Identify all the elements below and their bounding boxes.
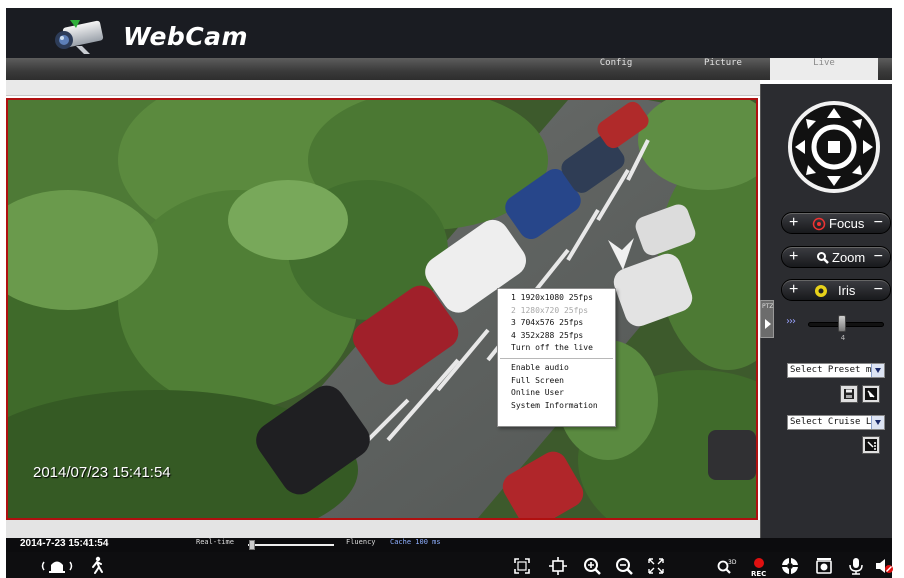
- zoom-minus-button[interactable]: −: [874, 247, 883, 267]
- focus-plus-button[interactable]: +: [789, 213, 798, 233]
- focus-control: + Focus −: [781, 212, 891, 234]
- digital-zoom-icon[interactable]: 3D: [716, 556, 738, 576]
- status-bar: 2014-7-23 15:41:54 Real-time Fluency Cac…: [6, 538, 892, 552]
- call-preset-button[interactable]: [862, 385, 880, 403]
- iris-minus-button[interactable]: −: [874, 280, 883, 300]
- play-arrow-icon: [765, 319, 771, 329]
- speaker-mute-icon[interactable]: [874, 556, 894, 576]
- zoom-3d-label: 3D: [728, 559, 737, 566]
- ptz-speed-value: 4: [840, 334, 846, 342]
- zoom-in-icon[interactable]: [582, 556, 602, 576]
- iris-label: Iris: [838, 283, 856, 298]
- nav-config[interactable]: Config: [584, 58, 648, 80]
- cache-label: Cache 100 ms: [390, 538, 441, 546]
- focus-icon: [812, 217, 826, 231]
- intercom-icon[interactable]: [40, 556, 74, 576]
- menu-item-stream-3[interactable]: 3 704x576 25fps: [498, 317, 615, 330]
- focus-minus-button[interactable]: −: [874, 213, 883, 233]
- iris-icon: [815, 285, 827, 297]
- cruise-icon: [865, 439, 877, 451]
- original-size-icon[interactable]: [548, 556, 568, 576]
- live-video[interactable]: 2014/07/23 15:41:54: [6, 98, 758, 520]
- fluency-label: Fluency: [346, 538, 376, 546]
- speed-arrows-icon: ›››: [786, 316, 796, 327]
- cruise-select-value: Select Cruise Lin: [790, 417, 883, 427]
- zoom-control: + Zoom −: [781, 246, 891, 268]
- iris-plus-button[interactable]: +: [789, 280, 798, 300]
- fluency-slider[interactable]: [248, 544, 334, 546]
- status-datetime: 2014-7-23 15:41:54: [20, 538, 109, 549]
- ptz-wheel-icon[interactable]: [780, 556, 800, 576]
- snapshot-icon[interactable]: [814, 556, 834, 576]
- ptz-speed-slider[interactable]: [808, 322, 884, 327]
- save-icon: [844, 389, 854, 399]
- app-header: WebCam: [6, 8, 892, 58]
- start-cruise-button[interactable]: [862, 436, 880, 454]
- microphone-icon[interactable]: [846, 556, 866, 576]
- record-icon: REC: [751, 558, 766, 578]
- zoom-out-icon[interactable]: [614, 556, 634, 576]
- menu-item-enable-audio[interactable]: Enable audio: [498, 362, 615, 375]
- realtime-label: Real-time: [196, 538, 234, 546]
- menu-item-stream-1[interactable]: 1 1920x1080 25fps: [498, 292, 615, 305]
- rec-label: REC: [751, 570, 766, 578]
- ptz-stop-icon: [828, 141, 840, 153]
- menu-item-stream-2: 2 1280x720 25fps: [511, 305, 589, 315]
- video-bottom-strip: [6, 520, 760, 538]
- zoom-label: Zoom: [832, 250, 866, 265]
- fullscreen-icon[interactable]: [646, 556, 666, 576]
- menu-item-online-user[interactable]: Online User: [498, 387, 615, 400]
- ptz-collapse-tab[interactable]: PTZ: [760, 300, 774, 338]
- menu-item-system-information[interactable]: System Information: [498, 400, 615, 413]
- zoom-plus-button[interactable]: +: [789, 247, 798, 267]
- camera-frame-image: [8, 100, 756, 518]
- main-nav: Config Picture Live: [6, 58, 892, 80]
- preset-select-value: Select Preset mod: [790, 365, 883, 375]
- video-top-strip: [6, 80, 760, 96]
- ptz-direction-pad[interactable]: [786, 100, 882, 194]
- record-button[interactable]: REC: [748, 556, 770, 578]
- menu-item-full-screen[interactable]: Full Screen: [498, 375, 615, 388]
- motion-person-icon[interactable]: [86, 556, 106, 576]
- preset-select[interactable]: Select Preset mod: [787, 363, 885, 378]
- ptz-speed-thumb[interactable]: [838, 315, 846, 332]
- iris-control: + Iris −: [781, 279, 891, 301]
- chevron-down-icon[interactable]: [871, 416, 884, 429]
- menu-separator: [500, 357, 613, 359]
- app-title: WebCam: [123, 22, 249, 51]
- context-menu: 1 1920x1080 25fps 2 1280x720 25fps 3 704…: [497, 288, 616, 427]
- goto-preset-icon: [865, 388, 877, 400]
- focus-label: Focus: [829, 216, 865, 231]
- chevron-down-icon[interactable]: [871, 364, 884, 377]
- fit-window-icon[interactable]: [512, 556, 532, 576]
- nav-picture[interactable]: Picture: [688, 58, 758, 80]
- webcam-logo-icon: [55, 20, 104, 54]
- save-preset-button[interactable]: [840, 385, 858, 403]
- menu-item-stream-4[interactable]: 4 352x288 25fps: [498, 330, 615, 343]
- webcam-live-view: WebCam Config Picture Live 2014/07/23 15…: [0, 0, 904, 578]
- cruise-select[interactable]: Select Cruise Lin: [787, 415, 885, 430]
- menu-item-turn-off-live[interactable]: Turn off the live: [498, 342, 615, 355]
- fluency-slider-thumb[interactable]: [249, 540, 255, 550]
- nav-live[interactable]: Live: [770, 58, 878, 80]
- ptz-tab-label: PTZ: [762, 303, 774, 310]
- magnifier-icon: [817, 252, 829, 264]
- osd-timestamp: 2014/07/23 15:41:54: [33, 464, 171, 481]
